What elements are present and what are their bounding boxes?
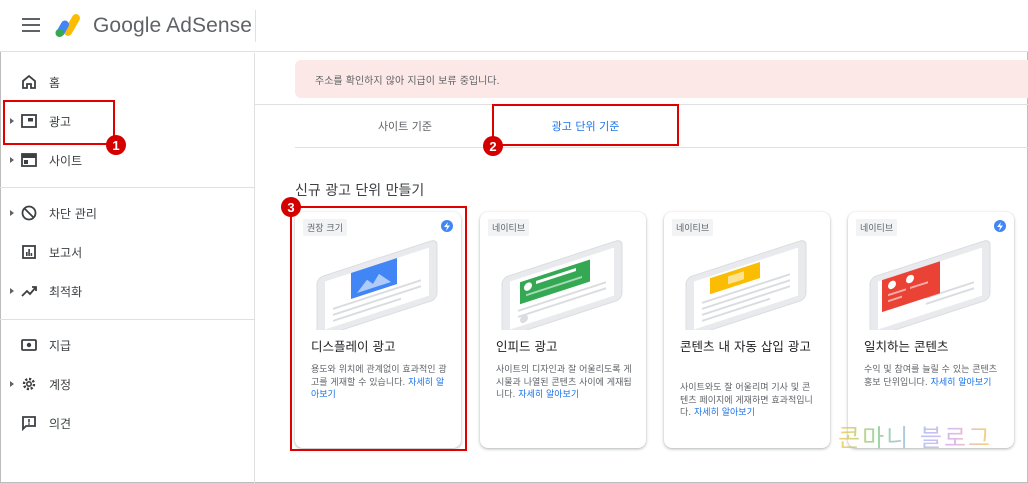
app-logo-text: Google AdSense [93, 14, 253, 37]
sidebar-item-reports[interactable]: 보고서 [0, 233, 254, 271]
learn-more-link[interactable]: 자세히 알아보기 [931, 378, 992, 388]
card-title: 콘텐츠 내 자동 삽입 광고 [680, 339, 811, 354]
sidebar-item-label: 보고서 [49, 245, 83, 260]
payment-hold-alert: 주소를 확인하지 않아 지급이 보류 중입니다. [295, 60, 1028, 98]
optimize-icon [20, 282, 38, 300]
expand-arrow-icon[interactable] [10, 157, 14, 163]
sidebar-item-sites[interactable]: 사이트 [0, 141, 254, 179]
learn-more-link[interactable]: 자세히 알아보기 [518, 390, 579, 400]
hamburger-menu-icon[interactable] [22, 18, 40, 32]
sidebar-item-account[interactable]: 계정 [0, 365, 254, 403]
in-feed-ad-illustration [501, 240, 623, 330]
matched-content-illustration [869, 240, 991, 330]
sidebar-divider [0, 319, 254, 320]
gear-icon [20, 375, 38, 393]
sidebar-item-label: 의견 [49, 416, 72, 431]
annotation-box-ad-unit-tab [492, 104, 679, 146]
tabs-underline [295, 147, 1028, 148]
expand-arrow-icon[interactable] [10, 210, 14, 216]
payments-icon [20, 336, 38, 354]
sidebar-item-label: 사이트 [49, 153, 83, 168]
sites-icon [20, 151, 38, 169]
expand-arrow-icon[interactable] [10, 288, 14, 294]
card-badge: 네이티브 [856, 219, 898, 236]
sidebar-item-home[interactable]: 홈 [0, 63, 254, 101]
tab-by-site[interactable]: 사이트 기준 [330, 105, 480, 147]
card-badge: 네이티브 [488, 219, 530, 236]
in-article-ads-card[interactable]: 네이티브 콘텐츠 내 자동 삽입 광고 사이트와도 잘 어울리며 기사 및 콘텐… [664, 212, 830, 448]
blog-watermark: 콘마니 블로그 [838, 418, 992, 453]
matched-content-card[interactable]: 네이티브 일치하는 콘텐츠 수익 및 참여를 늘릴 수 있는 콘텐츠 홍보 단위… [848, 212, 1014, 448]
watermark-text: 콘마니 블로그 [838, 424, 993, 452]
learn-more-link[interactable]: 자세히 알아보기 [694, 408, 755, 418]
block-icon [20, 204, 38, 222]
section-title: 신규 광고 단위 만들기 [295, 183, 425, 199]
home-icon [20, 73, 38, 91]
sidebar-item-payments[interactable]: 지급 [0, 326, 254, 364]
adsense-logo-icon [55, 14, 80, 37]
expand-arrow-icon[interactable] [10, 381, 14, 387]
card-title: 인피드 광고 [496, 339, 558, 354]
sidebar-item-block-management[interactable]: 차단 관리 [0, 194, 254, 232]
sidebar-item-label: 지급 [49, 338, 72, 353]
annotation-number-3: 3 [281, 197, 301, 217]
header-divider [255, 10, 256, 42]
annotation-number-1: 1 [106, 135, 126, 155]
card-title: 일치하는 콘텐츠 [864, 339, 949, 354]
card-description: 수익 및 참여를 늘릴 수 있는 콘텐츠 홍보 단위입니다. 자세히 알아보기 [864, 364, 1002, 389]
sidebar-item-label: 차단 관리 [49, 206, 97, 221]
annotation-box-ads [3, 100, 115, 145]
sidebar-item-optimize[interactable]: 최적화 [0, 272, 254, 310]
card-badge: 네이티브 [672, 219, 714, 236]
sidebar-item-label: 최적화 [49, 284, 83, 299]
card-description: 사이트의 디자인과 잘 어울리도록 게시물과 나열된 콘텐츠 사이에 게재됩니다… [496, 364, 634, 402]
annotation-box-display-card [290, 206, 467, 451]
feedback-icon [20, 414, 38, 432]
reports-icon [20, 243, 38, 261]
in-article-ad-illustration [685, 240, 807, 330]
sidebar-item-label: 홈 [49, 75, 61, 90]
card-description: 사이트와도 잘 어울리며 기사 및 콘텐츠 페이지에 게재하면 효과적입니다. … [680, 382, 818, 420]
sidebar-divider [0, 187, 254, 188]
top-app-bar: Google AdSense [0, 0, 1028, 52]
sidebar-item-feedback[interactable]: 의견 [0, 404, 254, 442]
in-feed-ads-card[interactable]: 네이티브 인피드 광고 사이트의 디자인과 잘 어울리도록 게시물과 나열된 콘… [480, 212, 646, 448]
sidebar-item-label: 계정 [49, 377, 72, 392]
annotation-number-2: 2 [483, 136, 503, 156]
lightning-icon [994, 220, 1006, 232]
